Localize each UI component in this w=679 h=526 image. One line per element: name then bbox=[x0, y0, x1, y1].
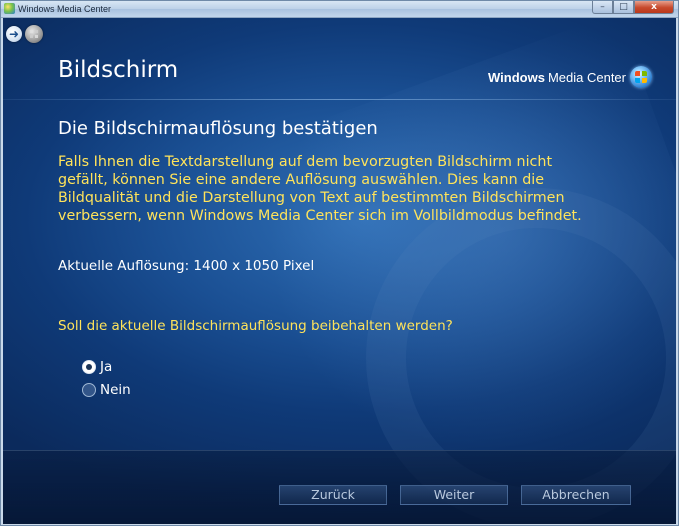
media-center-client: ➜ Bildschirm Windows Media Center Die Bi… bbox=[3, 18, 676, 524]
brand-bold-text: Windows bbox=[488, 69, 545, 85]
wmc-brand: Windows Media Center bbox=[488, 66, 652, 88]
radio-option-nein[interactable]: Nein bbox=[82, 381, 131, 399]
brand-regular-text: Media Center bbox=[547, 69, 626, 85]
caption-buttons: – □ x bbox=[592, 1, 674, 15]
windows-start-orb-icon[interactable] bbox=[25, 25, 43, 43]
description-line: gefällt, können Sie eine andere Auflösun… bbox=[58, 172, 545, 188]
header-divider bbox=[3, 99, 676, 100]
window-title: Windows Media Center bbox=[18, 4, 112, 14]
radio-option-ja[interactable]: Ja bbox=[82, 358, 112, 376]
description: Falls Ihnen die Textdarstellung auf dem … bbox=[58, 153, 658, 225]
description-line: verbessern, wenn Windows Media Center si… bbox=[58, 208, 582, 224]
keep-resolution-question: Soll die aktuelle Bildschirmauflösung be… bbox=[58, 318, 453, 334]
next-button[interactable]: Weiter bbox=[400, 485, 508, 505]
minimize-button[interactable]: – bbox=[592, 1, 613, 14]
description-line: Falls Ihnen die Textdarstellung auf dem … bbox=[58, 154, 553, 170]
radio-label[interactable]: Nein bbox=[100, 382, 131, 398]
back-arrow-icon[interactable]: ➜ bbox=[6, 26, 22, 42]
title-bar[interactable]: Windows Media Center – □ x bbox=[1, 1, 678, 18]
wmc-window: Windows Media Center – □ x ➜ Bildschirm … bbox=[0, 0, 679, 526]
description-line: Bildqualität und die Darstellung von Tex… bbox=[58, 190, 565, 206]
radio-button-unchecked[interactable] bbox=[82, 383, 96, 397]
radio-label[interactable]: Ja bbox=[100, 359, 112, 375]
section-title: Bildschirm bbox=[58, 57, 179, 83]
radio-button-checked[interactable] bbox=[82, 360, 96, 374]
cancel-button[interactable]: Abbrechen bbox=[521, 485, 631, 505]
back-button[interactable]: Zurück bbox=[279, 485, 387, 505]
windows-media-center-logo-icon bbox=[630, 66, 652, 88]
maximize-button[interactable]: □ bbox=[613, 1, 634, 14]
app-icon bbox=[4, 3, 15, 14]
close-button[interactable]: x bbox=[634, 1, 674, 14]
current-resolution: Aktuelle Auflösung: 1400 x 1050 Pixel bbox=[58, 258, 315, 274]
page-heading: Die Bildschirmauflösung bestätigen bbox=[58, 118, 378, 139]
